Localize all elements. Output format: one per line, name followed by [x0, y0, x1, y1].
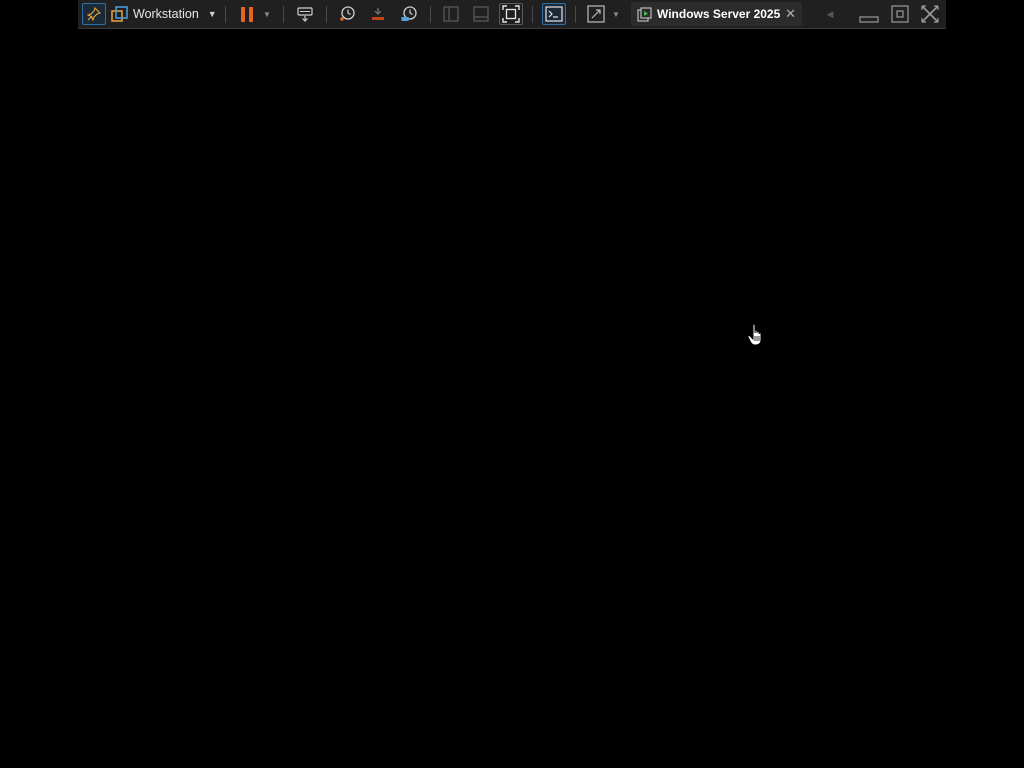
stretch-guest-button[interactable]	[585, 3, 607, 25]
toolbar-divider	[430, 6, 431, 23]
toolbar-divider	[532, 6, 533, 23]
send-ctrl-alt-del-icon	[297, 7, 313, 22]
toolbar-divider	[575, 6, 576, 23]
close-icon	[921, 5, 939, 23]
snapshot-manager-icon	[401, 6, 417, 21]
toolbar-divider	[225, 6, 226, 23]
thumbnail-bar-button[interactable]	[470, 3, 492, 25]
send-ctrl-alt-del-button[interactable]	[294, 3, 316, 25]
console-view-icon	[545, 6, 563, 22]
workstation-menu[interactable]: Workstation ▼	[133, 3, 219, 25]
revert-snapshot-icon	[372, 8, 384, 20]
fullscreen-icon	[502, 5, 520, 23]
vm-tab[interactable]: Windows Server 2025 ✕	[631, 2, 802, 26]
toolbar-divider	[326, 6, 327, 23]
console-view-button[interactable]	[542, 3, 566, 25]
view-options-dropdown[interactable]: ▼	[610, 3, 622, 25]
chevron-down-icon: ▼	[207, 9, 217, 19]
show-library-icon	[443, 6, 459, 22]
pause-vm-button[interactable]	[236, 3, 258, 25]
take-snapshot-button[interactable]	[336, 3, 358, 25]
pin-toolbar-button[interactable]	[82, 3, 106, 25]
show-library-button[interactable]	[440, 3, 462, 25]
vm-library-button[interactable]	[109, 3, 129, 25]
toolbar-divider	[283, 6, 284, 23]
close-icon[interactable]: ✕	[785, 6, 796, 22]
restore-icon	[891, 5, 909, 23]
power-options-dropdown[interactable]: ▼	[260, 3, 274, 25]
restore-button[interactable]	[889, 3, 911, 25]
vm-running-icon	[637, 6, 652, 22]
scroll-left-icon: ◀	[826, 8, 834, 19]
close-button[interactable]	[918, 3, 942, 25]
revert-snapshot-button[interactable]	[367, 3, 389, 25]
vmware-fullscreen-toolbar: Workstation ▼ ▼ ▼ Windows Server 2025 ✕ …	[78, 0, 946, 29]
pin-icon	[87, 7, 101, 21]
stretch-guest-icon	[587, 5, 605, 23]
hand-cursor-icon	[747, 323, 762, 346]
thumbnail-bar-icon	[473, 6, 489, 22]
snapshot-manager-button[interactable]	[398, 3, 420, 25]
vm-library-icon	[110, 5, 128, 22]
minimize-button[interactable]	[858, 3, 880, 25]
scroll-tabs-left-button[interactable]: ◀	[822, 3, 838, 25]
minimize-icon	[859, 16, 879, 23]
chevron-down-icon: ▼	[263, 9, 271, 19]
vm-guest-screen[interactable]: Workstation ▼ ▼ ▼ Windows Server 2025 ✕ …	[0, 0, 1024, 768]
workstation-menu-label: Workstation	[133, 7, 199, 21]
fullscreen-button[interactable]	[499, 3, 523, 25]
pause-icon	[241, 6, 253, 22]
take-snapshot-icon	[340, 6, 355, 21]
chevron-down-icon: ▼	[612, 9, 620, 19]
vm-tab-title: Windows Server 2025	[657, 7, 781, 21]
